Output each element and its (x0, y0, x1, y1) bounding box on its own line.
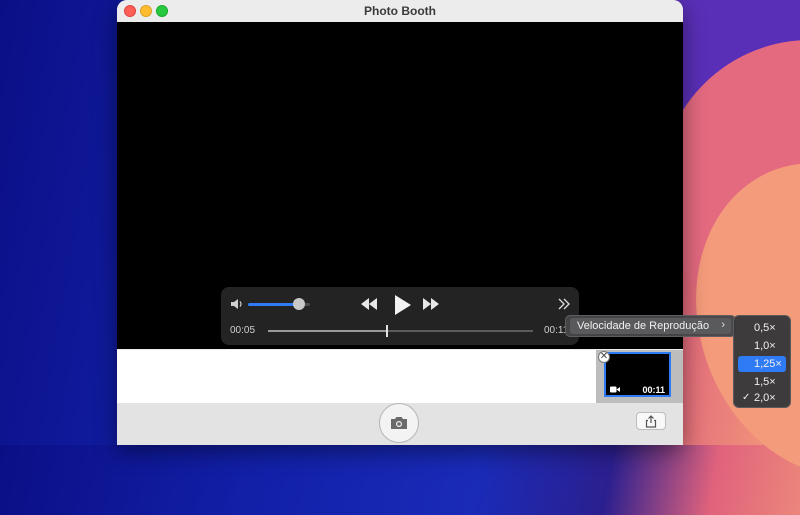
speed-option[interactable]: 1,0× (738, 338, 786, 354)
checkmark-icon: ✓ (742, 392, 751, 403)
speed-option-label: 1,5× (754, 376, 776, 388)
menu-item-label: Velocidade de Reprodução (577, 320, 710, 332)
speed-option-label: 0,5× (754, 322, 776, 334)
delete-thumbnail-button[interactable]: ✕ (598, 351, 610, 363)
scrubber-playhead[interactable] (386, 325, 389, 337)
more-options-icon[interactable] (557, 297, 571, 311)
playback-controls: 00:05 00:11 (221, 287, 579, 345)
rewind-icon[interactable] (359, 297, 379, 311)
video-camera-icon (610, 386, 620, 393)
volume-icon[interactable] (230, 298, 244, 310)
take-photo-button[interactable] (379, 403, 419, 443)
scrubber-fill (268, 330, 388, 332)
share-icon (645, 414, 657, 428)
title-bar[interactable]: Photo Booth (117, 0, 683, 22)
minimize-window-button[interactable] (140, 5, 152, 17)
speed-option[interactable]: 1,5× (738, 374, 786, 390)
volume-slider[interactable] (248, 298, 310, 310)
speed-option-label: 2,0× (754, 392, 776, 404)
share-button[interactable] (636, 412, 666, 430)
speed-option[interactable]: 0,5× (738, 320, 786, 336)
camera-icon (391, 417, 407, 429)
speed-option-label: 1,0× (754, 340, 776, 352)
volume-slider-knob[interactable] (292, 298, 305, 310)
thumbnail-duration: 00:11 (642, 385, 665, 395)
speed-option-label: 1,25× (754, 358, 782, 370)
current-time: 00:05 (230, 325, 256, 336)
chevron-right-icon: › (721, 319, 725, 331)
speed-option[interactable]: 1,25× (738, 356, 786, 372)
window-title: Photo Booth (364, 4, 436, 18)
photo-strip (117, 350, 596, 403)
fullscreen-window-button[interactable] (156, 5, 168, 17)
playback-options-menu: Velocidade de Reprodução › (565, 315, 736, 337)
scrubber[interactable] (268, 325, 533, 337)
fast-forward-icon[interactable] (421, 297, 441, 311)
playback-speed-submenu: 0,5× 1,0× 1,25× 1,5× ✓ 2,0× (733, 315, 791, 408)
close-window-button[interactable] (124, 5, 136, 17)
video-thumbnail[interactable]: 00:11 (604, 352, 671, 397)
speed-option[interactable]: ✓ 2,0× (738, 390, 786, 406)
menu-item-playback-speed[interactable]: Velocidade de Reprodução › (570, 318, 731, 334)
photo-booth-window: Photo Booth 00:05 00:11 00:11 ✕ (117, 0, 683, 445)
play-icon[interactable] (391, 293, 413, 317)
volume-slider-fill (248, 303, 299, 306)
